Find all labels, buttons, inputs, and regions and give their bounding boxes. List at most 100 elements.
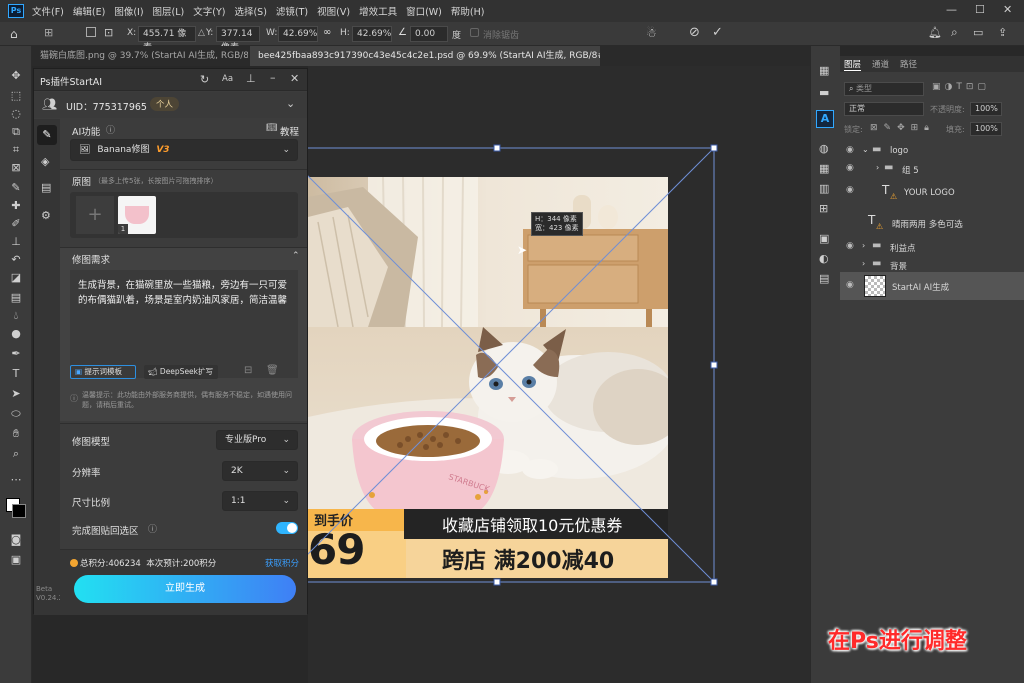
account-type-badge: 个人 bbox=[150, 97, 180, 111]
prompt-template-label: 提示词模板 bbox=[84, 367, 122, 376]
paste-back-label: 完成图贴回选区 bbox=[72, 526, 139, 537]
visibility-eye-icon[interactable]: ◉ bbox=[846, 280, 854, 290]
visibility-eye-icon[interactable]: ◉ bbox=[846, 185, 854, 195]
model-row: 修图模型 专业版Pro ⌄ bbox=[60, 423, 307, 457]
ai-model-dropdown[interactable]: 🖼︎ Banana修图 V3 ⌄ bbox=[70, 139, 298, 161]
layers-icon[interactable]: ◈ bbox=[41, 155, 49, 168]
chevron-down-icon[interactable]: ⌄ bbox=[286, 97, 295, 110]
opacity-field[interactable]: 100% bbox=[970, 102, 1002, 116]
chevron-down-icon: ⌄ bbox=[282, 496, 290, 506]
opacity-label: 不透明度: bbox=[930, 105, 965, 114]
font-size-icon[interactable]: Aa bbox=[222, 74, 233, 84]
expand-chevron-icon[interactable]: › bbox=[862, 259, 865, 268]
close-icon[interactable]: ✕ bbox=[290, 72, 299, 85]
search-icon: ⌕ bbox=[849, 84, 854, 93]
chevron-up-icon[interactable]: ⌃ bbox=[292, 251, 300, 261]
visibility-eye-icon[interactable]: ◉ bbox=[846, 241, 854, 251]
upload-area[interactable]: + 1 bbox=[70, 192, 298, 238]
adjustments-icon[interactable]: ◐ bbox=[819, 252, 829, 265]
warning-icon: ⚠ bbox=[890, 192, 898, 201]
ratio-dropdown[interactable]: 1:1 ⌄ bbox=[222, 491, 298, 511]
layer-name: 利益点 bbox=[890, 244, 916, 254]
expand-chevron-icon[interactable]: › bbox=[862, 241, 865, 250]
transform-handle[interactable] bbox=[710, 361, 718, 369]
paste-back-row: 完成图贴回选区 ⓘ bbox=[60, 517, 307, 543]
visibility-eye-icon[interactable]: ◉ bbox=[846, 163, 854, 173]
pin-icon[interactable]: ⊥ bbox=[246, 72, 256, 85]
deepseek-expand-button[interactable]: 🐋︎ DeepSeek扩写 bbox=[144, 365, 218, 379]
resolution-dropdown[interactable]: 2K ⌄ bbox=[222, 461, 298, 481]
transform-handle[interactable] bbox=[710, 578, 718, 586]
layer-row[interactable]: T ⚠ 晴雨两用 多色可选 bbox=[840, 210, 1024, 236]
image-attach-icon[interactable]: ⊟ bbox=[244, 365, 252, 376]
libraries-icon[interactable]: ▣ bbox=[819, 232, 829, 245]
layer-name: 组 5 bbox=[902, 166, 919, 176]
overlay-caption: 在Ps进行调整 bbox=[828, 629, 967, 654]
source-image-section: 原图 （最多上传5张，长按图片可拖拽排序） + 1 bbox=[60, 169, 307, 245]
tab-channels[interactable]: 通道 bbox=[872, 58, 889, 70]
layer-name: YOUR LOGO bbox=[904, 188, 955, 198]
chevron-down-icon: ⌄ bbox=[282, 145, 290, 155]
prompt-template-button[interactable]: ▣ 提示词模板 bbox=[70, 365, 136, 379]
properties-icon[interactable]: ▤ bbox=[819, 272, 829, 285]
info-icon[interactable]: ⓘ bbox=[106, 123, 115, 136]
blend-mode-dropdown[interactable]: 正常 bbox=[844, 102, 924, 116]
refresh-icon[interactable]: ↻ bbox=[200, 73, 209, 86]
source-hint: （最多上传5张，长按图片可拖拽排序） bbox=[94, 177, 218, 185]
deepseek-label: DeepSeek扩写 bbox=[159, 367, 214, 376]
swatches-icon[interactable]: ▦ bbox=[819, 162, 829, 175]
layer-filter-field[interactable]: ⌕ 类型 bbox=[844, 82, 924, 96]
source-thumbnail[interactable]: 1 bbox=[118, 196, 156, 234]
edit-icon[interactable]: ✎ bbox=[37, 125, 57, 145]
layer-filter-placeholder: 类型 bbox=[856, 84, 873, 93]
settings-gear-icon[interactable]: ⚙ bbox=[41, 209, 51, 222]
document-icon[interactable]: ▤ bbox=[41, 181, 51, 194]
tutorial-link[interactable]: 教程 bbox=[280, 124, 299, 138]
tooltip-height: H：344 像素 bbox=[535, 215, 577, 223]
comment-icon[interactable]: ▬ bbox=[819, 86, 829, 99]
visibility-eye-icon[interactable]: ◉ bbox=[846, 145, 854, 155]
patterns-icon[interactable]: ⊞ bbox=[819, 202, 828, 215]
transform-handle[interactable] bbox=[710, 144, 718, 152]
tooltip-width: 宽：423 像素 bbox=[535, 224, 579, 232]
get-points-link[interactable]: 获取积分 bbox=[265, 557, 299, 569]
expand-chevron-icon[interactable]: › bbox=[876, 163, 879, 172]
gradients-icon[interactable]: ▥ bbox=[819, 182, 829, 195]
service-notice: 温馨提示：此功能由外部服务商提供，偶有服务不稳定，如遇使用问题，请稍后重试。 bbox=[82, 391, 292, 409]
ai-model-value: Banana修图 bbox=[97, 145, 150, 155]
layer-row[interactable]: ◉ › ▬ 组 5 bbox=[840, 158, 1024, 180]
requirement-section: 修图需求 ⌃ 生成背景，在猫碗里放一些猫粮，旁边有一只可爱的布偶猫趴着，场景是室… bbox=[60, 247, 307, 421]
generate-button[interactable]: 立即生成 bbox=[74, 575, 296, 603]
ai-function-label: AI功能 bbox=[72, 127, 101, 138]
paste-back-toggle[interactable] bbox=[276, 522, 298, 534]
requirement-textarea[interactable]: 生成背景，在猫碗里放一些猫粮，旁边有一只可爱的布偶猫趴着，场景是室内奶油风家居，… bbox=[70, 270, 298, 378]
version-line-1: Beta bbox=[36, 585, 53, 593]
layer-name: 晴雨两用 多色可选 bbox=[892, 220, 963, 230]
transform-handle[interactable] bbox=[493, 578, 501, 586]
tab-layers[interactable]: 图层 bbox=[844, 58, 862, 71]
points-text: 总积分:406234 本次预计:200积分 bbox=[80, 559, 217, 569]
add-image-button[interactable]: + bbox=[76, 196, 114, 234]
model-dropdown[interactable]: 专业版Pro ⌄ bbox=[216, 430, 298, 450]
color-icon[interactable]: ◍ bbox=[819, 142, 829, 155]
filter-icons[interactable]: ▣◑T⊡▢ bbox=[932, 82, 990, 92]
resolution-label: 分辨率 bbox=[72, 468, 101, 479]
transform-handle[interactable] bbox=[493, 144, 501, 152]
ratio-value: 1:1 bbox=[231, 496, 246, 506]
startai-plugin-icon[interactable]: A bbox=[816, 110, 834, 128]
layer-name: logo bbox=[890, 146, 909, 156]
trash-icon[interactable]: 🗑︎ bbox=[266, 365, 279, 376]
history-icon[interactable]: ▦ bbox=[819, 64, 829, 77]
layer-row-selected[interactable]: ◉ StartAI AI生成 bbox=[840, 272, 1024, 300]
minimize-icon[interactable]: – bbox=[270, 71, 276, 84]
tab-paths[interactable]: 路径 bbox=[900, 58, 917, 70]
account-row: 👥︎ UID：775317965 个人 ⌄ bbox=[34, 92, 307, 118]
layer-thumbnail bbox=[864, 275, 886, 297]
info-icon: ⓘ bbox=[70, 394, 78, 403]
expand-chevron-icon[interactable]: ⌄ bbox=[862, 145, 869, 154]
layer-row[interactable]: ◉ T ⚠ YOUR LOGO bbox=[840, 180, 1024, 206]
right-icon-dock: ▦ ▬ A ◍ ▦ ▥ ⊞ ▣ ◐ ▤ bbox=[810, 46, 840, 683]
lock-icons[interactable]: ⊠✎✥⊞🔒︎ bbox=[870, 123, 935, 133]
info-icon[interactable]: ⓘ bbox=[148, 522, 157, 535]
fill-field[interactable]: 100% bbox=[970, 122, 1002, 136]
